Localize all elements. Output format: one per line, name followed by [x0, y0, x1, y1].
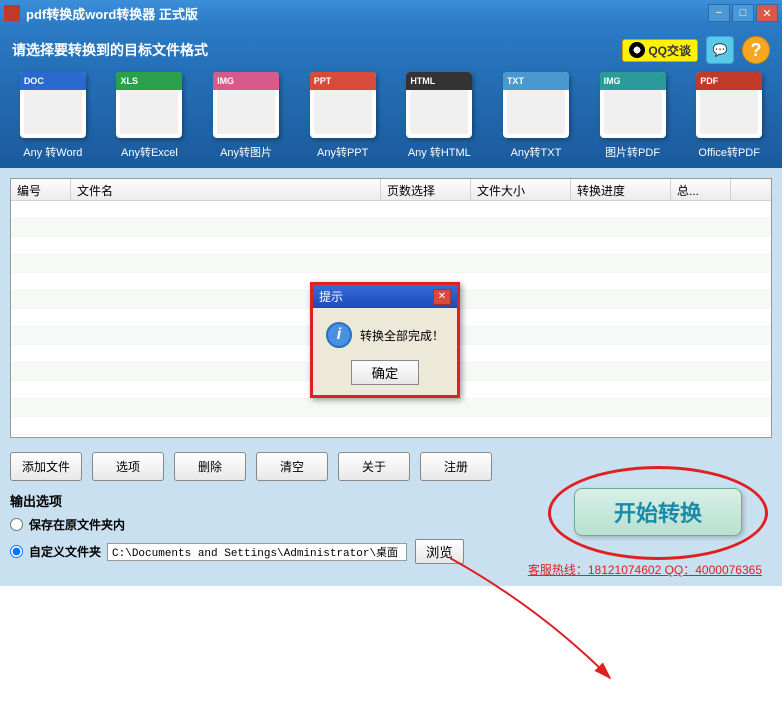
browse-button[interactable]: 浏览 [415, 539, 464, 564]
register-button[interactable]: 注册 [420, 452, 492, 481]
col-header[interactable]: 文件名 [71, 179, 381, 200]
table-row [11, 399, 771, 417]
format-list: DOCAny 转WordXLSAny转ExcelIMGAny转图片PPTAny转… [12, 72, 770, 160]
qq-icon [629, 42, 645, 58]
header: 请选择要转换到的目标文件格式 QQ交谈 💬 ? DOCAny 转WordXLSA… [0, 26, 782, 168]
path-input[interactable] [107, 543, 407, 561]
format-7[interactable]: PDFOffice转PDF [688, 72, 770, 160]
format-2[interactable]: IMGAny转图片 [205, 72, 287, 160]
titlebar: pdf转换成word转换器 正式版 − □ ✕ [0, 0, 782, 26]
minimize-button[interactable]: − [708, 4, 730, 22]
clear-button[interactable]: 清空 [256, 452, 328, 481]
header-label: 请选择要转换到的目标文件格式 [12, 40, 622, 60]
hotline-text[interactable]: 客服热线：18121074602 QQ：4000076365 [528, 561, 762, 578]
help-button[interactable]: ? [742, 36, 770, 64]
table-row [11, 237, 771, 255]
col-header[interactable]: 页数选择 [381, 179, 471, 200]
action-buttons: 添加文件 选项 删除 清空 关于 注册 [10, 452, 772, 481]
dialog-close-button[interactable]: ✕ [433, 289, 451, 305]
table-row [11, 255, 771, 273]
table-row [11, 417, 771, 435]
app-icon [4, 5, 20, 21]
qq-chat-button[interactable]: QQ交谈 [622, 39, 698, 62]
dialog-titlebar: 提示 ✕ [313, 285, 457, 308]
save-source-label: 保存在原文件夹内 [29, 516, 125, 533]
save-source-radio[interactable] [10, 518, 23, 531]
format-6[interactable]: IMG图片转PDF [592, 72, 674, 160]
table-header: 编号文件名页数选择文件大小转换进度总... [11, 179, 771, 201]
table-row [11, 201, 771, 219]
chat-button[interactable]: 💬 [706, 36, 734, 64]
format-4[interactable]: HTMLAny 转HTML [399, 72, 481, 160]
table-row [11, 219, 771, 237]
delete-button[interactable]: 删除 [174, 452, 246, 481]
custom-folder-label: 自定义文件夹 [29, 543, 101, 560]
custom-folder-radio[interactable] [10, 545, 23, 558]
col-header[interactable]: 编号 [11, 179, 71, 200]
format-3[interactable]: PPTAny转PPT [302, 72, 384, 160]
window-title: pdf转换成word转换器 正式版 [26, 4, 706, 23]
col-header[interactable]: 总... [671, 179, 731, 200]
about-button[interactable]: 关于 [338, 452, 410, 481]
qq-label: QQ交谈 [648, 42, 691, 59]
chat-icon: 💬 [713, 43, 728, 57]
info-icon: i [326, 322, 352, 348]
maximize-button[interactable]: □ [732, 4, 754, 22]
dialog-ok-button[interactable]: 确定 [351, 360, 420, 385]
add-file-button[interactable]: 添加文件 [10, 452, 82, 481]
col-header[interactable]: 转换进度 [571, 179, 671, 200]
start-convert-button[interactable]: 开始转换 [574, 488, 742, 536]
dialog-message: 转换全部完成！ [360, 327, 444, 344]
dialog-title: 提示 [319, 288, 343, 305]
info-dialog: 提示 ✕ i 转换全部完成！ 确定 [310, 282, 460, 398]
format-5[interactable]: TXTAny转TXT [495, 72, 577, 160]
close-button[interactable]: ✕ [756, 4, 778, 22]
format-1[interactable]: XLSAny转Excel [109, 72, 191, 160]
col-header[interactable]: 文件大小 [471, 179, 571, 200]
options-button[interactable]: 选项 [92, 452, 164, 481]
format-0[interactable]: DOCAny 转Word [12, 72, 94, 160]
